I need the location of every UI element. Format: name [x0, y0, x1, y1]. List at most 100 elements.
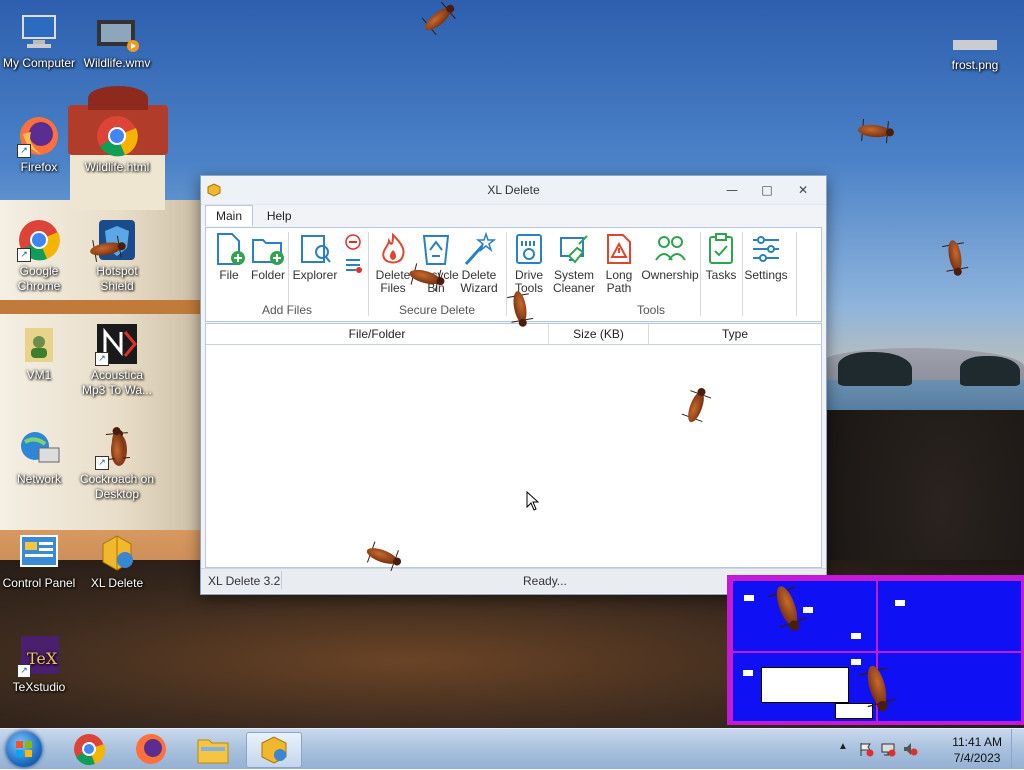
- desktop-icon-texstudio[interactable]: TeX ↗ TeXstudio: [0, 634, 78, 695]
- system-cleaner-button[interactable]: System Cleaner: [552, 232, 596, 295]
- preview-cell: [878, 581, 1021, 651]
- preview-marker: [851, 633, 861, 639]
- title-bar[interactable]: XL Delete — □ ✕: [201, 176, 826, 205]
- tab-help[interactable]: Help: [257, 206, 302, 226]
- desktop-icon-label: XL Delete: [90, 576, 144, 590]
- maximize-button[interactable]: □: [756, 182, 778, 198]
- status-version: XL Delete 3.2: [208, 574, 281, 588]
- image-file-icon: [953, 30, 997, 56]
- island: [838, 352, 912, 386]
- xl-delete-icon: [95, 530, 139, 574]
- desktop-icon-label: Wildlife.wmv: [83, 56, 151, 70]
- taskbar-chrome[interactable]: [62, 732, 116, 766]
- show-desktop-button[interactable]: [1011, 729, 1024, 769]
- island: [960, 356, 1020, 386]
- desktop-icon-label: TeXstudio: [12, 680, 66, 694]
- preview-cell: [878, 653, 1021, 721]
- taskbar-explorer[interactable]: [186, 732, 240, 766]
- action-center-flag-icon[interactable]: [858, 741, 874, 757]
- desktop-icon-wildlife-html[interactable]: Wildlife.html: [78, 114, 156, 175]
- desktop-icon-label: Wildlife.html: [84, 160, 150, 174]
- add-files-group-label: Add Files: [261, 303, 313, 317]
- desktop-icon-firefox[interactable]: ↗ Firefox: [0, 114, 78, 175]
- windows-logo-icon: [16, 741, 32, 757]
- shortcut-arrow-icon: ↗: [17, 144, 31, 158]
- drive-tools-button[interactable]: Drive Tools: [510, 232, 548, 295]
- desktop-icon-google-chrome[interactable]: ↗ Google Chrome: [0, 218, 78, 294]
- minimize-button[interactable]: —: [721, 182, 743, 198]
- cockroach-sprite: [105, 426, 131, 468]
- settings-button[interactable]: Settings: [744, 232, 788, 282]
- column-header-type[interactable]: Type: [649, 324, 821, 344]
- desktop-icon-label: Hotspot Shield: [96, 264, 138, 293]
- explorer-label: Explorer: [292, 268, 338, 282]
- remove-button[interactable]: [342, 232, 364, 283]
- start-button[interactable]: [6, 731, 42, 767]
- delete-files-button[interactable]: Delete Files: [374, 232, 412, 295]
- taskbar-firefox[interactable]: [124, 732, 178, 766]
- chrome-html-icon: [95, 114, 139, 158]
- show-hidden-icons-icon[interactable]: ▲: [838, 741, 848, 752]
- network-status-icon[interactable]: [880, 741, 896, 757]
- network-icon: [17, 426, 61, 470]
- desktop-icon-label: Google Chrome: [17, 264, 61, 293]
- desktop-icon-wildlife-wmv[interactable]: Wildlife.wmv: [78, 10, 156, 71]
- xl-delete-window: XL Delete — □ ✕ Main Help File Folder Ex…: [200, 175, 827, 595]
- delete-files-label-2: Files: [380, 281, 406, 295]
- add-folder-button[interactable]: Folder: [250, 232, 286, 282]
- long-path-button[interactable]: Long Path: [600, 232, 638, 295]
- system-tray: ▲ 11:41 AM 7/4/2023: [834, 729, 1024, 769]
- ownership-button[interactable]: Ownership: [640, 232, 700, 282]
- desktop-icon-frost-png[interactable]: frost.png: [936, 30, 1014, 73]
- desktop-icon-label: frost.png: [951, 58, 999, 72]
- close-button[interactable]: ✕: [792, 182, 814, 198]
- desktop-icon-vm1[interactable]: VM1: [0, 322, 78, 383]
- add-file-button[interactable]: File: [212, 232, 246, 282]
- shortcut-arrow-icon: ↗: [17, 248, 31, 262]
- chrome-icon: [74, 734, 106, 766]
- desktop-icon-network[interactable]: Network: [0, 426, 78, 487]
- volume-muted-icon[interactable]: [902, 741, 918, 757]
- explorer-button[interactable]: Explorer: [292, 232, 338, 282]
- acoustica-icon: ↗: [95, 322, 139, 366]
- long-path-icon: [602, 232, 636, 266]
- taskbar-xl-delete[interactable]: [246, 732, 302, 768]
- desktop-icon-label: Firefox: [20, 160, 58, 174]
- control-panel-icon: [17, 530, 61, 574]
- chrome-icon: ↗: [17, 218, 61, 262]
- column-header-size[interactable]: Size (KB): [549, 324, 649, 344]
- tab-main[interactable]: Main: [205, 205, 254, 226]
- system-cleaner-label-2: Cleaner: [552, 281, 596, 295]
- clock[interactable]: 11:41 AM 7/4/2023: [952, 734, 1002, 766]
- tasks-label: Tasks: [705, 268, 737, 282]
- secure-delete-group-label: Secure Delete: [398, 303, 476, 317]
- preview-marker: [895, 600, 905, 606]
- texstudio-icon: TeX ↗: [17, 634, 61, 678]
- clock-time: 11:41 AM: [952, 735, 1002, 749]
- desktop-preview-pane: [727, 575, 1024, 725]
- ownership-icon: [653, 232, 687, 266]
- column-header-file-folder[interactable]: File/Folder: [206, 324, 549, 344]
- file-list[interactable]: File/Folder Size (KB) Type: [205, 323, 822, 568]
- cockroach-sprite: [853, 118, 895, 144]
- preview-marker: [744, 595, 754, 601]
- mouse-cursor-icon: [526, 491, 540, 511]
- ownership-label: Ownership: [641, 268, 699, 282]
- desktop-icon-my-computer[interactable]: My Computer: [0, 10, 78, 71]
- ribbon-separator: [796, 232, 797, 316]
- desktop-icon-xl-delete[interactable]: XL Delete: [78, 530, 156, 591]
- desktop-icon-label: Control Panel: [2, 576, 76, 590]
- desktop-icon-acoustica[interactable]: ↗ Acoustica Mp3 To Wa...: [78, 322, 156, 398]
- add-folder-label: Folder: [250, 268, 285, 282]
- shortcut-arrow-icon: ↗: [17, 664, 31, 678]
- long-path-label-2: Path: [606, 281, 632, 295]
- desktop-icon-label: My Computer: [2, 56, 76, 70]
- desktop-icon-control-panel[interactable]: Control Panel: [0, 530, 78, 591]
- delete-wizard-button[interactable]: Delete Wizard: [459, 231, 499, 295]
- video-file-icon: [95, 10, 139, 54]
- explorer-icon: [298, 232, 332, 266]
- firefox-icon: [136, 734, 166, 764]
- status-separator: [281, 571, 282, 589]
- tasks-button[interactable]: Tasks: [704, 232, 738, 282]
- desktop-icon-label: Acoustica Mp3 To Wa...: [81, 368, 153, 397]
